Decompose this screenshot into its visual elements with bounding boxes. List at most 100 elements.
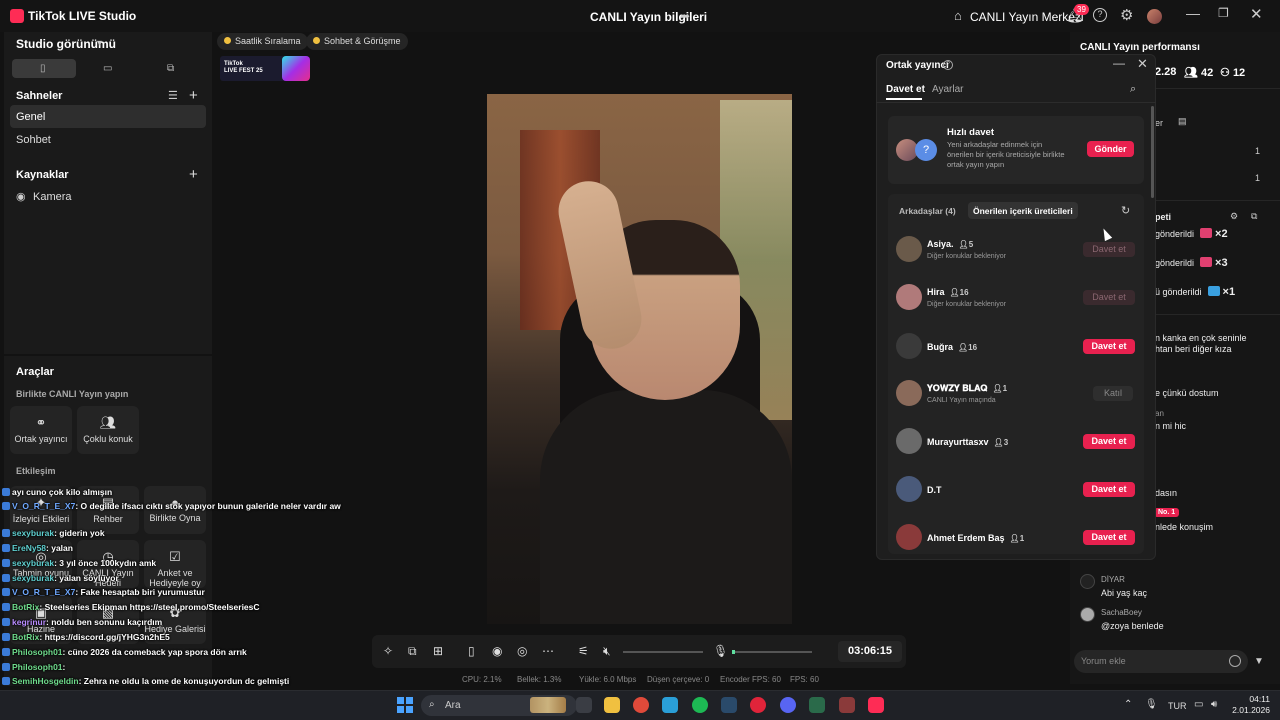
terminal-icon[interactable] — [809, 697, 825, 713]
invite-button[interactable]: Davet et — [1083, 339, 1135, 354]
send-button[interactable]: Gönder — [1087, 141, 1134, 157]
discord-icon[interactable] — [780, 697, 796, 713]
tiktok-studio-icon[interactable] — [868, 697, 884, 713]
add-source-icon[interactable]: + — [189, 166, 198, 183]
app-icon[interactable] — [839, 697, 855, 713]
person-icon: 👤︎ — [992, 384, 1003, 393]
tab-invite[interactable]: Davet et — [886, 84, 925, 95]
add-scene-icon[interactable]: + — [189, 87, 198, 104]
windows-start-icon[interactable] — [397, 697, 413, 713]
layout-icon[interactable]: ⊞ — [433, 644, 443, 658]
sliders-icon[interactable]: ⚟ — [578, 644, 589, 658]
dual-layout-icon[interactable]: ⧉ — [167, 63, 174, 74]
invite-button[interactable]: Davet et — [1083, 530, 1135, 545]
effects-icon[interactable]: ⧉ — [408, 644, 417, 659]
volume-slider[interactable] — [623, 651, 703, 653]
upload-stat: Yükle: 6.0 Mbps — [579, 675, 637, 684]
tab-suggested-creators[interactable]: Önerilen içerik üreticileri — [968, 202, 1078, 219]
popout-icon[interactable]: ⧉ — [1251, 211, 1257, 222]
avatar[interactable] — [1080, 574, 1095, 589]
emoji-icon[interactable] — [1229, 655, 1241, 667]
more-icon[interactable]: ⋯ — [542, 644, 554, 658]
chat-text: ayı cuno çok kilo almışın — [12, 487, 113, 497]
invite-button[interactable]: Davet et — [1083, 482, 1135, 497]
invite-button[interactable]: Davet et — [1083, 290, 1135, 305]
friend-name-row: D.T — [927, 485, 942, 495]
maximize-icon[interactable]: ❐ — [1218, 6, 1229, 20]
speaker-muted-icon[interactable]: 🔇︎ — [603, 644, 611, 659]
tab-partial[interactable]: er — [1155, 118, 1163, 128]
avatar[interactable] — [896, 284, 922, 310]
scrollbar[interactable] — [1151, 106, 1154, 198]
comment-username[interactable]: SachaBoey — [1101, 608, 1142, 617]
filter-icon[interactable]: ▼ — [1254, 656, 1264, 667]
chat-icon — [313, 37, 320, 44]
avatar[interactable] — [896, 428, 922, 454]
monitor-icon[interactable]: ▭ — [1194, 699, 1203, 710]
tool-label: Çoklu konuk — [83, 434, 133, 444]
record-icon[interactable]: ◉ — [492, 644, 502, 658]
gift-multiplier: ×1 — [1222, 286, 1236, 298]
link-icon: ⚭ — [35, 415, 47, 430]
opera-icon[interactable] — [750, 697, 766, 713]
search-icon[interactable]: ⌕ — [1130, 83, 1136, 96]
avatar[interactable] — [896, 333, 922, 359]
friend-name: 𝐘𝐎𝐖𝐙𝐘 𝐁𝐋𝐀𝐐 — [927, 383, 988, 393]
phone-icon[interactable]: ▯ — [468, 644, 475, 658]
microphone-icon[interactable]: 🎙︎ — [713, 644, 728, 658]
comment-username[interactable]: DİYAR — [1101, 575, 1125, 584]
magic-wand-icon[interactable]: ✧ — [383, 644, 393, 658]
chrome-icon[interactable] — [633, 697, 649, 713]
hourly-ranking-pill[interactable]: Saatlik Sıralama — [217, 33, 308, 50]
avatar[interactable] — [896, 476, 922, 502]
clock[interactable]: 04:11 2.01.2026 — [1232, 694, 1270, 716]
language-indicator[interactable]: TUR — [1168, 701, 1187, 711]
scene-item-sohbet[interactable]: Sohbet — [16, 134, 51, 146]
source-item-camera[interactable]: Kamera — [33, 191, 72, 203]
chat-message: BotRix: Steelseries Ekipman https://stee… — [2, 602, 260, 612]
join-button[interactable]: Katıl — [1093, 386, 1133, 401]
chat-username: EreNy58 — [12, 543, 47, 553]
gear-icon[interactable]: ⚙ — [1120, 6, 1133, 24]
list-icon[interactable]: ☰ — [168, 89, 178, 102]
chat-talk-pill[interactable]: Sohbet & Görüşme — [306, 33, 408, 50]
edge-icon[interactable] — [662, 697, 678, 713]
note-icon[interactable]: ▤ — [1178, 116, 1187, 127]
help-icon[interactable]: ? — [1093, 8, 1107, 22]
microphone-icon[interactable]: 🎙︎ — [1145, 699, 1158, 710]
camera-switch-icon[interactable]: ◎ — [517, 644, 527, 658]
chat-text: : noldu ben sonunu kaçırdım — [46, 617, 163, 627]
share-icon[interactable]: ➦ — [680, 9, 690, 23]
help-icon[interactable]: ? — [943, 60, 953, 70]
avatar[interactable] — [896, 524, 922, 550]
tab-friends[interactable]: Arkadaşlar (4) — [899, 206, 956, 216]
chat-text: : Steelseries Ekipman https://steel.prom… — [39, 602, 260, 612]
tab-settings[interactable]: Ayarlar — [932, 84, 964, 95]
avatar[interactable] — [896, 380, 922, 406]
steam-icon[interactable] — [721, 697, 737, 713]
folder-icon[interactable] — [604, 697, 620, 713]
scene-label[interactable]: Genel — [16, 111, 45, 123]
minimize-icon[interactable]: — — [1113, 56, 1125, 70]
chevron-up-icon[interactable]: ⌃ — [1124, 699, 1132, 710]
avatar[interactable] — [1080, 607, 1095, 622]
volume-icon[interactable]: 🔊︎ — [1211, 699, 1217, 710]
avatar[interactable] — [896, 236, 922, 262]
refresh-icon[interactable]: ↻ — [1121, 204, 1130, 217]
close-icon[interactable]: ✕ — [1250, 5, 1263, 23]
minimize-icon[interactable]: — — [1186, 5, 1200, 21]
landscape-icon[interactable]: ▭ — [103, 63, 112, 74]
invite-button[interactable]: Davet et — [1083, 434, 1135, 449]
spotify-icon[interactable] — [692, 697, 708, 713]
cohost-tool-button[interactable]: ⚭ Ortak yayıncı — [10, 406, 72, 454]
avatar[interactable] — [1147, 9, 1162, 24]
chevron-down-icon[interactable]: ▾ — [97, 38, 102, 49]
cohost-title: Ortak yayıncı — [886, 60, 949, 71]
multi-guest-tool-button[interactable]: 👥︎ Çoklu konuk — [77, 406, 139, 454]
settings-icon[interactable]: ⚙ — [1230, 211, 1238, 222]
invite-button[interactable]: Davet et — [1083, 242, 1135, 257]
file-explorer-icon[interactable] — [576, 697, 592, 713]
close-icon[interactable]: ✕ — [1137, 56, 1148, 72]
badge-icon — [2, 677, 10, 685]
mic-slider[interactable] — [732, 651, 812, 653]
